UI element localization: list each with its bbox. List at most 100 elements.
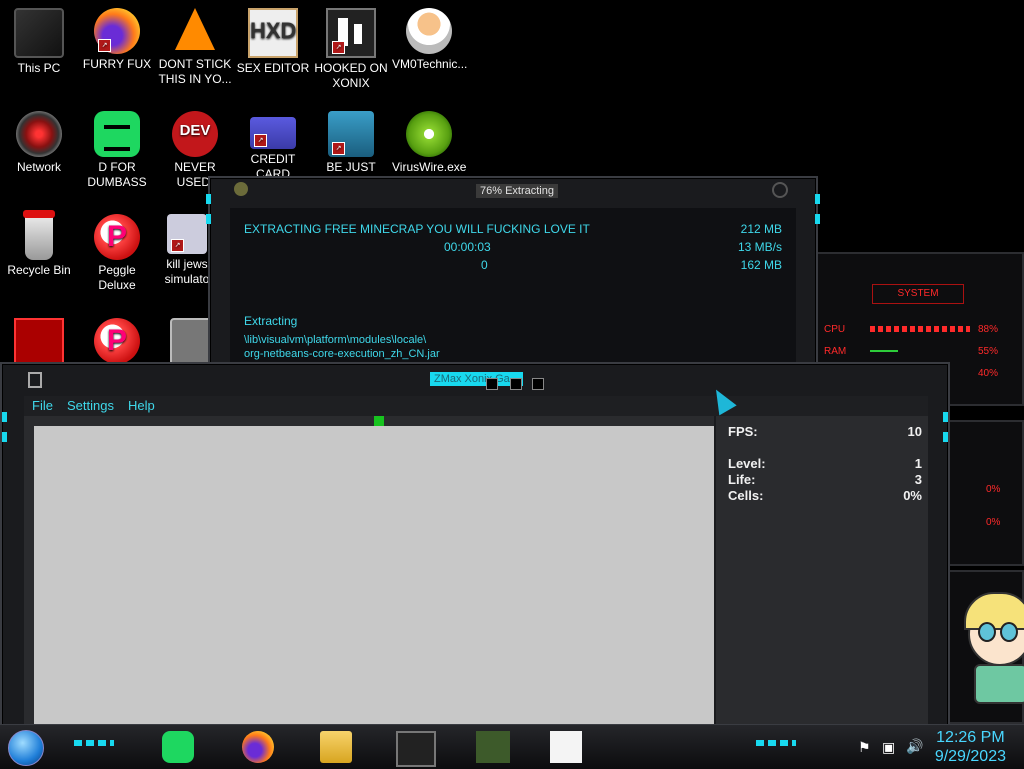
menu-settings[interactable]: Settings: [67, 398, 114, 413]
cells-label: Cells:: [728, 488, 764, 503]
extract-path-1: \lib\visualvm\platform\modules\locale\: [244, 334, 427, 346]
taskbar-firefox-icon[interactable]: [242, 731, 274, 763]
icon-label: SEX EDITOR: [236, 61, 310, 75]
game-board-border: [24, 416, 714, 726]
desktop-icon-credit-card[interactable]: ↗ CREDIT CARD: [236, 105, 310, 182]
taskbar-accent-right: [756, 740, 796, 746]
cpu-bar: [870, 326, 970, 332]
tray-clock[interactable]: 12:26 PM 9/29/2023: [935, 728, 1006, 766]
taskbar-minecraft-icon[interactable]: [476, 731, 510, 763]
frame-notch: [2, 412, 7, 422]
winrar-app-icon: [234, 182, 248, 196]
icon-label: This PC: [17, 61, 61, 75]
icon-label: VM0Technic...: [392, 57, 468, 71]
system-gauge-title: SYSTEM: [872, 284, 964, 304]
desktop-icon-hxd[interactable]: HXD SEX EDITOR: [236, 2, 310, 76]
dev-cpp-icon: DEV: [172, 111, 218, 157]
extract-path-2: org-netbeans-core-execution_zh_CN.jar: [244, 348, 440, 360]
taskbar-file-explorer-icon[interactable]: [320, 731, 352, 763]
network-tray-icon[interactable]: ▣: [882, 739, 895, 756]
network-icon: [16, 111, 62, 157]
gauge-row3-value: 40%: [978, 368, 999, 379]
shortcut-arrow-icon: ↗: [332, 41, 345, 54]
desktop-icon-this-pc[interactable]: This PC: [2, 2, 76, 76]
icon-label: Network: [16, 160, 61, 174]
frame-notch: [943, 432, 948, 442]
desktop-icon-firefox[interactable]: ↗ FURRY FUX: [80, 2, 154, 72]
spotify-icon: [94, 111, 140, 157]
clock-time: 12:26 PM: [936, 729, 1005, 746]
shortcut-arrow-icon: ↗: [332, 142, 345, 155]
volume-icon[interactable]: 🔊: [906, 738, 923, 755]
hex-editor-icon: HXD: [248, 8, 298, 58]
desktop-icon-viruswire[interactable]: VirusWire.exe: [392, 105, 466, 175]
kill-simulator-icon: ↗: [167, 214, 207, 254]
gauge-row5-value: 0%: [986, 517, 1001, 528]
extract-elapsed: 00:00:03: [444, 240, 491, 254]
desktop-icon-spotify[interactable]: D FOR DUMBASS: [80, 105, 154, 190]
ram-value: 55%: [978, 346, 999, 357]
xonix-window[interactable]: ZMax Xonix Ga... File Settings Help FPS:…: [0, 362, 950, 726]
close-button[interactable]: [532, 378, 544, 390]
frame-notch: [815, 214, 820, 224]
fps-label: FPS:: [728, 424, 758, 439]
credit-card-icon: ↗: [250, 117, 296, 149]
level-value: 1: [914, 456, 922, 471]
action-center-flag-icon[interactable]: ⚑: [858, 739, 871, 756]
taskbar-solitaire-icon[interactable]: [550, 731, 582, 763]
taskbar-spotify-icon[interactable]: [162, 731, 194, 763]
desktop-icon-network[interactable]: Network: [2, 105, 76, 175]
menu-file[interactable]: File: [32, 398, 53, 413]
frame-notch: [815, 194, 820, 204]
desktop-icon-peggle[interactable]: P Peggle Deluxe: [80, 208, 154, 293]
icon-label: Recycle Bin: [7, 263, 71, 277]
desktop-icon-vm0[interactable]: VM0Technic...: [392, 2, 468, 72]
menu-help[interactable]: Help: [128, 398, 155, 413]
desktop-icon-recycle-bin[interactable]: Recycle Bin: [2, 208, 76, 278]
frame-notch: [2, 432, 7, 442]
icon-label: D FOR DUMBASS: [87, 160, 147, 189]
cells-value: 0%: [903, 488, 922, 503]
icon-label: DONT STICK THIS IN YO...: [158, 57, 232, 86]
extract-status: Extracting: [244, 314, 298, 328]
peggle-icon: P: [94, 318, 140, 364]
fps-value: 10: [907, 424, 922, 439]
recycle-bin-icon: [23, 210, 55, 260]
frame-notch: [943, 412, 948, 422]
minimize-button[interactable]: [486, 378, 498, 390]
icon-label: Peggle Deluxe: [98, 263, 136, 292]
extract-window[interactable]: 76% Extracting EXTRACTING FREE MINECRAP …: [206, 176, 820, 370]
peggle-icon: P: [94, 214, 140, 260]
ram-label: RAM: [824, 346, 847, 357]
xonix-menu-bar: File Settings Help: [24, 396, 928, 416]
life-label: Life:: [728, 472, 756, 487]
desktop-icon-vlc[interactable]: DONT STICK THIS IN YO...: [158, 2, 232, 87]
doctor-icon: [406, 8, 452, 54]
start-button[interactable]: [8, 730, 44, 766]
taskbar: ⚑ ▣ 🔊 12:26 PM 9/29/2023: [0, 724, 1024, 769]
frame-notch: [206, 214, 211, 224]
icon-label: HOOKED ON XONIX: [314, 61, 388, 90]
extract-remaining: 0: [481, 258, 488, 272]
ram-bar: [870, 350, 898, 352]
shortcut-arrow-icon: ↗: [254, 134, 267, 147]
stats-panel: FPS: 10 Level: 1 Life: 3 Cells: 0%: [716, 416, 928, 726]
cpu-label: CPU: [824, 324, 846, 335]
maximize-button[interactable]: [510, 378, 522, 390]
taskbar-xonix-icon[interactable]: [396, 731, 436, 767]
frame-notch: [206, 194, 211, 204]
desktop-icon-peggle-2[interactable]: P: [80, 312, 154, 367]
xonix-app-icon: [28, 372, 42, 388]
cpu-value: 88%: [978, 324, 999, 335]
shortcut-arrow-icon: ↗: [171, 239, 184, 252]
desktop-icon-xonix[interactable]: ↗ HOOKED ON XONIX: [314, 2, 388, 91]
taskbar-accent-left: [74, 740, 114, 746]
player-cursor: [374, 416, 384, 426]
gauge-row4-value: 0%: [986, 484, 1001, 495]
limewire-icon: [406, 111, 452, 157]
window-control-icon[interactable]: [772, 182, 788, 198]
life-value: 3: [914, 472, 922, 487]
game-board[interactable]: [34, 426, 714, 726]
level-label: Level:: [728, 456, 766, 471]
clock-date: 9/29/2023: [934, 748, 1006, 765]
